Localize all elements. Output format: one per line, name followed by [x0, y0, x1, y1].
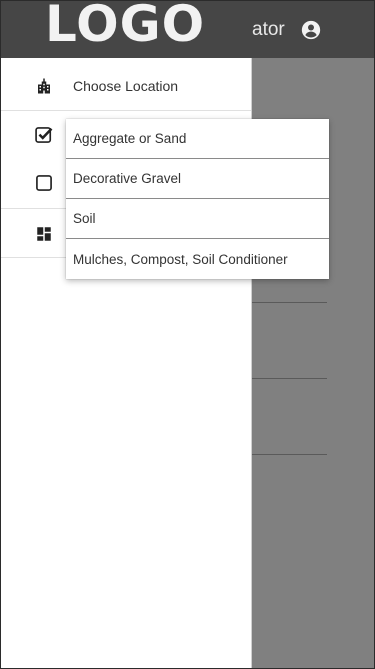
checkbox-empty-icon[interactable]	[34, 173, 54, 193]
app-frame: LOGO ator Choose Location Aggregate or S…	[0, 0, 375, 669]
menu-option-aggregate-or-sand[interactable]: Aggregate or Sand	[66, 119, 329, 159]
drawer-item-choose-location[interactable]: Choose Location	[1, 61, 251, 111]
app-bar-title: ator	[252, 19, 285, 40]
city-icon	[34, 76, 54, 96]
menu-option-soil[interactable]: Soil	[66, 199, 329, 239]
app-bar: LOGO ator	[1, 0, 374, 58]
menu-option-decorative-gravel[interactable]: Decorative Gravel	[66, 159, 329, 199]
background-divider	[252, 378, 327, 379]
checkbox-checked-icon[interactable]	[34, 125, 54, 145]
menu-option-mulches-compost[interactable]: Mulches, Compost, Soil Conditioner	[66, 239, 329, 279]
background-divider	[252, 454, 327, 455]
account-circle-icon[interactable]	[301, 20, 321, 40]
material-type-dropdown-menu: Aggregate or Sand Decorative Gravel Soil…	[66, 119, 329, 279]
logo: LOGO	[45, 0, 206, 53]
drawer-item-label: Choose Location	[73, 78, 179, 94]
dashboard-icon	[34, 224, 54, 244]
background-divider	[252, 302, 327, 303]
